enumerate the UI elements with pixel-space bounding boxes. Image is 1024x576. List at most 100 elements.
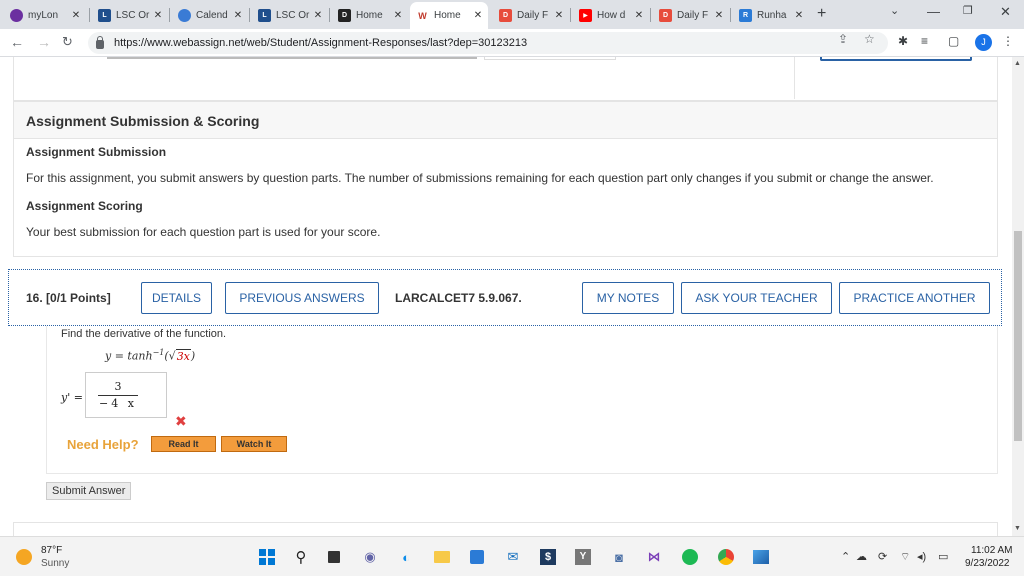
close-tab-icon[interactable]: ✕ [553, 10, 565, 21]
dollar-app-icon[interactable]: $ [538, 547, 558, 567]
close-tab-icon[interactable]: ✕ [633, 10, 645, 21]
weather-temperature[interactable]: 87°F [41, 545, 62, 556]
side-panel-icon[interactable]: ▢ [948, 34, 959, 48]
windows-start-icon[interactable] [257, 547, 277, 567]
yammer-icon[interactable]: Y [573, 547, 593, 567]
address-bar[interactable]: https://www.webassign.net/web/Student/As… [88, 32, 888, 54]
minimize-icon[interactable]: — [927, 4, 940, 19]
task-view-icon[interactable] [324, 547, 344, 567]
previous-answers-button[interactable]: PREVIOUS ANSWERS [225, 282, 379, 314]
search-icon[interactable]: ⚲ [291, 547, 311, 567]
volume-icon[interactable]: ◂) [917, 550, 926, 563]
battery-icon[interactable]: ▭ [938, 550, 948, 563]
extensions-icon[interactable]: ✱ [898, 34, 908, 48]
visual-studio-icon[interactable]: ⋈ [644, 547, 664, 567]
browser-tab[interactable]: Calend ✕ [172, 4, 248, 26]
browser-tab[interactable]: D Daily F ✕ [653, 4, 729, 26]
forward-icon[interactable]: → [37, 34, 51, 50]
question-body: Find the derivative of the function. y =… [46, 326, 998, 474]
browser-tab[interactable]: ▶ How d ✕ [573, 4, 649, 26]
tab-separator [730, 8, 731, 22]
answer-input[interactable]: 3 −4 x [85, 372, 167, 418]
mail-icon[interactable]: ✉ [503, 547, 523, 567]
lock-icon [96, 35, 104, 49]
file-explorer-icon[interactable] [432, 547, 452, 567]
windows-logo-icon [259, 549, 275, 565]
profile-avatar[interactable]: J [975, 34, 992, 51]
my-notes-button[interactable]: MY NOTES [582, 282, 674, 314]
reload-icon[interactable]: ↻ [62, 34, 73, 50]
previous-question-block [13, 57, 998, 101]
share-icon[interactable]: ⇪ [838, 32, 848, 46]
back-icon[interactable]: ← [10, 34, 24, 50]
details-button[interactable]: DETAILS [141, 282, 212, 314]
browser-toolbar: ← → ↻ https://www.webassign.net/web/Stud… [0, 29, 1024, 57]
function-exponent: −1 [152, 348, 165, 357]
tray-overflow-icon[interactable]: ⌃ [841, 550, 850, 563]
browser-tab-active[interactable]: W Home ✕ [410, 2, 488, 29]
close-window-icon[interactable]: ✕ [1000, 4, 1011, 20]
folder-shape [434, 551, 450, 563]
question-index: 16. [26, 291, 43, 305]
answer-denominator: −4 x [99, 397, 137, 410]
lsc-icon: L [258, 8, 271, 22]
previous-input-field[interactable] [484, 57, 616, 60]
close-tab-icon[interactable]: ✕ [713, 10, 725, 21]
scroll-down-icon[interactable]: ▼ [1014, 525, 1021, 532]
restore-icon[interactable]: ❐ [963, 4, 973, 17]
sun-icon[interactable] [16, 549, 32, 565]
close-tab-icon[interactable]: ✕ [392, 10, 404, 21]
camera-icon[interactable]: ◙ [609, 547, 629, 567]
cloud-sync-icon[interactable]: ⟳ [878, 550, 887, 563]
daily-icon: D [499, 8, 512, 22]
scoring-title: Assignment Scoring [26, 199, 143, 213]
onedrive-icon[interactable]: ☁ [856, 550, 867, 563]
wifi-icon[interactable]: ⌔ [900, 550, 910, 564]
scroll-up-icon[interactable]: ▲ [1014, 60, 1021, 67]
close-tab-icon[interactable]: ✕ [312, 10, 324, 21]
chrome-icon[interactable] [716, 547, 736, 567]
task-view-shape [328, 551, 340, 563]
photos-icon[interactable] [751, 547, 771, 567]
close-tab-icon[interactable]: ✕ [793, 10, 805, 21]
tab-search-icon[interactable]: ⌄ [890, 4, 899, 17]
reading-list-icon[interactable]: ≡ [921, 34, 928, 48]
browser-tab[interactable]: D Daily F ✕ [493, 4, 569, 26]
practice-another-button[interactable]: PRACTICE ANOTHER [839, 282, 990, 314]
webassign-page: Assignment Submission & Scoring Assignme… [0, 57, 1012, 536]
clock-date[interactable]: 9/23/2022 [965, 558, 1010, 569]
menu-kebab-icon[interactable]: ⋮ [1002, 34, 1014, 48]
url-text[interactable]: https://www.webassign.net/web/Student/As… [114, 37, 527, 49]
d2l-icon: D [338, 8, 351, 22]
ask-your-teacher-button[interactable]: ASK YOUR TEACHER [681, 282, 832, 314]
answer-fraction: 3 −4 x [98, 380, 138, 410]
previous-input-field[interactable] [107, 57, 477, 59]
spotify-shape [682, 549, 698, 565]
close-tab-icon[interactable]: ✕ [472, 10, 484, 21]
spotify-icon[interactable] [680, 547, 700, 567]
function-radicand: 3x [175, 348, 191, 363]
submit-answer-button[interactable]: Submit Answer [46, 482, 132, 500]
close-tab-icon[interactable]: ✕ [152, 10, 164, 21]
weather-condition[interactable]: Sunny [41, 558, 69, 569]
store-icon[interactable] [467, 547, 487, 567]
edge-icon[interactable]: ◐ [396, 547, 416, 567]
watch-it-button[interactable]: Watch It [221, 436, 287, 452]
clock-time[interactable]: 11:02 AM [971, 545, 1013, 556]
browser-tab[interactable]: R Runha ✕ [733, 4, 809, 26]
close-tab-icon[interactable]: ✕ [232, 10, 244, 21]
tab-separator [169, 8, 170, 22]
question-header: 16. [0/1 Points] DETAILS PREVIOUS ANSWER… [8, 269, 1002, 326]
browser-tab[interactable]: L LSC Or ✕ [252, 4, 328, 26]
previous-button[interactable] [820, 57, 972, 61]
close-tab-icon[interactable]: ✕ [70, 10, 82, 21]
browser-tab[interactable]: myLon ✕ [4, 4, 86, 26]
bookmark-star-icon[interactable]: ☆ [864, 32, 875, 46]
page-scrollbar[interactable]: ▲ ▼ [1012, 57, 1024, 536]
read-it-button[interactable]: Read It [151, 436, 216, 452]
scroll-thumb[interactable] [1014, 231, 1022, 441]
teams-chat-icon[interactable]: ◉ [360, 547, 380, 567]
browser-tab[interactable]: D Home ✕ [332, 4, 408, 26]
browser-tab[interactable]: L LSC Or ✕ [92, 4, 168, 26]
new-tab-button[interactable]: + [817, 5, 826, 23]
